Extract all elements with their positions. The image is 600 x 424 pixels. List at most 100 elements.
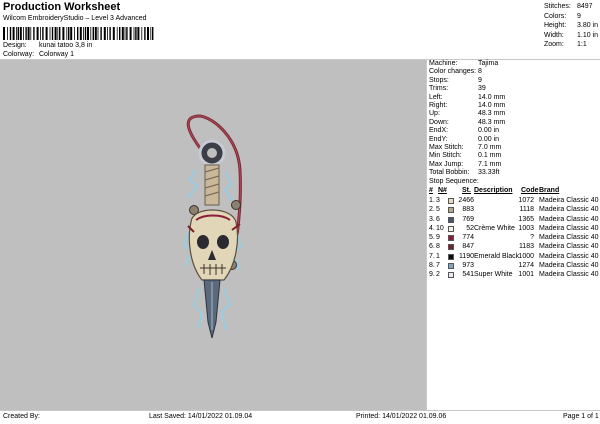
barcode-bar bbox=[68, 27, 70, 40]
table-row: 5. 9 774? Madeira Classic 40 bbox=[429, 234, 599, 243]
row-brand: Madeira Classic 40 bbox=[539, 206, 599, 214]
machine-info: Machine: Tajima Color changes: 8 Stops: 9 T… bbox=[429, 60, 505, 186]
barcode-bar bbox=[9, 27, 12, 40]
row-brand: Madeira Classic 40 bbox=[539, 197, 599, 204]
barcode-bar bbox=[109, 27, 111, 40]
row-code: ? bbox=[530, 234, 534, 242]
barcode-bar bbox=[126, 27, 128, 40]
barcode-bar bbox=[119, 27, 121, 40]
row-stitches: 541 bbox=[462, 271, 474, 279]
col-num: # bbox=[429, 187, 433, 194]
col-st: St. bbox=[462, 187, 471, 194]
barcode-bar bbox=[16, 27, 17, 40]
thread-color-swatch bbox=[448, 216, 454, 223]
stop-sequence-table: 1. 3 2466 1072 Madeira Classic 40 2. 5 883 1118 M… bbox=[429, 197, 599, 281]
colorway-row: Colorway: Colorway 1 bbox=[3, 51, 74, 58]
barcode-bar bbox=[150, 27, 152, 40]
barcode-bar bbox=[49, 27, 51, 40]
row-needle: 9 bbox=[436, 234, 440, 242]
barcode-bar bbox=[137, 27, 140, 40]
design-preview bbox=[0, 60, 426, 410]
barcode-bar bbox=[152, 27, 154, 40]
row-needle: 8 bbox=[436, 243, 440, 251]
row-num: 8. bbox=[429, 262, 435, 270]
table-row: 2. 5 883 1118 Madeira Classic 40 bbox=[429, 206, 599, 215]
thread-color-swatch bbox=[448, 263, 454, 270]
stat-zoom: Zoom: 1:1 bbox=[544, 41, 587, 49]
info-row: Machine: Tajima bbox=[429, 60, 499, 67]
barcode-bar bbox=[135, 27, 137, 40]
row-needle: 5 bbox=[436, 206, 440, 214]
barcode-bar bbox=[36, 27, 39, 40]
colorway-label: Colorway: bbox=[3, 51, 35, 58]
barcode-bar bbox=[74, 27, 75, 40]
row-brand: Madeira Classic 40 bbox=[539, 252, 599, 260]
table-row: 6. 8 847 1183 Madeira Classic 40 bbox=[429, 243, 599, 252]
row-num: 3. bbox=[429, 215, 435, 223]
thread-color-swatch bbox=[448, 198, 454, 204]
thread-color-swatch bbox=[448, 235, 454, 242]
row-stitches: 883 bbox=[462, 206, 474, 214]
barcode bbox=[3, 27, 154, 40]
barcode-bar bbox=[12, 27, 15, 40]
barcode-bar bbox=[103, 27, 106, 40]
table-row: 7. 1 1190 Emerald Black 1000 Madeira Classic … bbox=[429, 253, 599, 262]
row-needle: 10 bbox=[436, 224, 444, 232]
row-needle: 3 bbox=[436, 197, 440, 204]
design-label: Design: bbox=[3, 42, 27, 49]
info-row: Up: 48.3 mm bbox=[429, 110, 506, 118]
barcode-bar bbox=[45, 27, 48, 40]
col-brand: Brand bbox=[539, 187, 560, 194]
row-code: 1072 bbox=[518, 197, 534, 204]
info-row: Left: 14.0 mm bbox=[429, 93, 506, 101]
barcode-bar bbox=[121, 27, 124, 40]
info-row: Min Stitch: 0.1 mm bbox=[429, 152, 502, 160]
barcode-bar bbox=[116, 27, 118, 40]
row-brand: Madeira Classic 40 bbox=[539, 271, 599, 279]
info-row: Color changes: 8 bbox=[429, 68, 482, 76]
row-needle: 1 bbox=[436, 252, 440, 260]
info-row: Max Stitch: 7.0 mm bbox=[429, 144, 502, 152]
barcode-bar bbox=[62, 27, 65, 40]
barcode-bar bbox=[54, 27, 57, 40]
row-stitches: 769 bbox=[462, 215, 474, 223]
info-row: Right: 14.0 mm bbox=[429, 102, 506, 110]
row-description: Crème White bbox=[474, 224, 515, 232]
row-brand: Madeira Classic 40 bbox=[539, 215, 599, 223]
page-title: Production Worksheet bbox=[3, 1, 121, 13]
row-num: 6. bbox=[429, 243, 435, 251]
barcode-bar bbox=[40, 27, 41, 40]
barcode-bar bbox=[100, 27, 102, 40]
row-needle: 6 bbox=[436, 215, 440, 223]
col-desc: Description bbox=[474, 187, 513, 194]
row-description: Super White bbox=[474, 271, 513, 279]
barcode-bar bbox=[57, 27, 59, 40]
barcode-bar bbox=[17, 27, 19, 40]
barcode-bar bbox=[30, 27, 32, 40]
barcode-bar bbox=[97, 27, 99, 40]
row-stitches: 973 bbox=[462, 262, 474, 270]
row-num: 4. bbox=[429, 224, 435, 232]
barcode-bar bbox=[144, 27, 146, 40]
last-saved: Last Saved: 14/01/2022 01.09.04 bbox=[149, 413, 253, 420]
printed-date: Printed: 14/01/2022 01.09.06 bbox=[356, 413, 447, 420]
colorway-value: Colorway 1 bbox=[38, 51, 74, 58]
barcode-bar bbox=[84, 27, 87, 40]
row-description: Emerald Black bbox=[474, 252, 520, 260]
barcode-bar bbox=[79, 27, 82, 40]
page-number: Page 1 of 1 bbox=[563, 413, 599, 420]
row-num: 5. bbox=[429, 234, 435, 242]
barcode-bar bbox=[90, 27, 92, 40]
info-row: Stops: 9 bbox=[429, 76, 482, 84]
barcode-bar bbox=[77, 27, 79, 40]
thread-color-swatch bbox=[448, 244, 454, 251]
col-code: Code bbox=[521, 187, 539, 194]
barcode-bar bbox=[107, 27, 108, 40]
row-num: 7. bbox=[429, 252, 435, 260]
row-code: 1183 bbox=[518, 243, 534, 251]
row-stitches: 52 bbox=[466, 224, 474, 232]
table-row: 3. 6 769 1365 Madeira Classic 40 bbox=[429, 216, 599, 225]
barcode-bar bbox=[23, 27, 24, 40]
info-row: Trims: 39 bbox=[429, 85, 486, 93]
row-code: 1118 bbox=[519, 206, 534, 214]
